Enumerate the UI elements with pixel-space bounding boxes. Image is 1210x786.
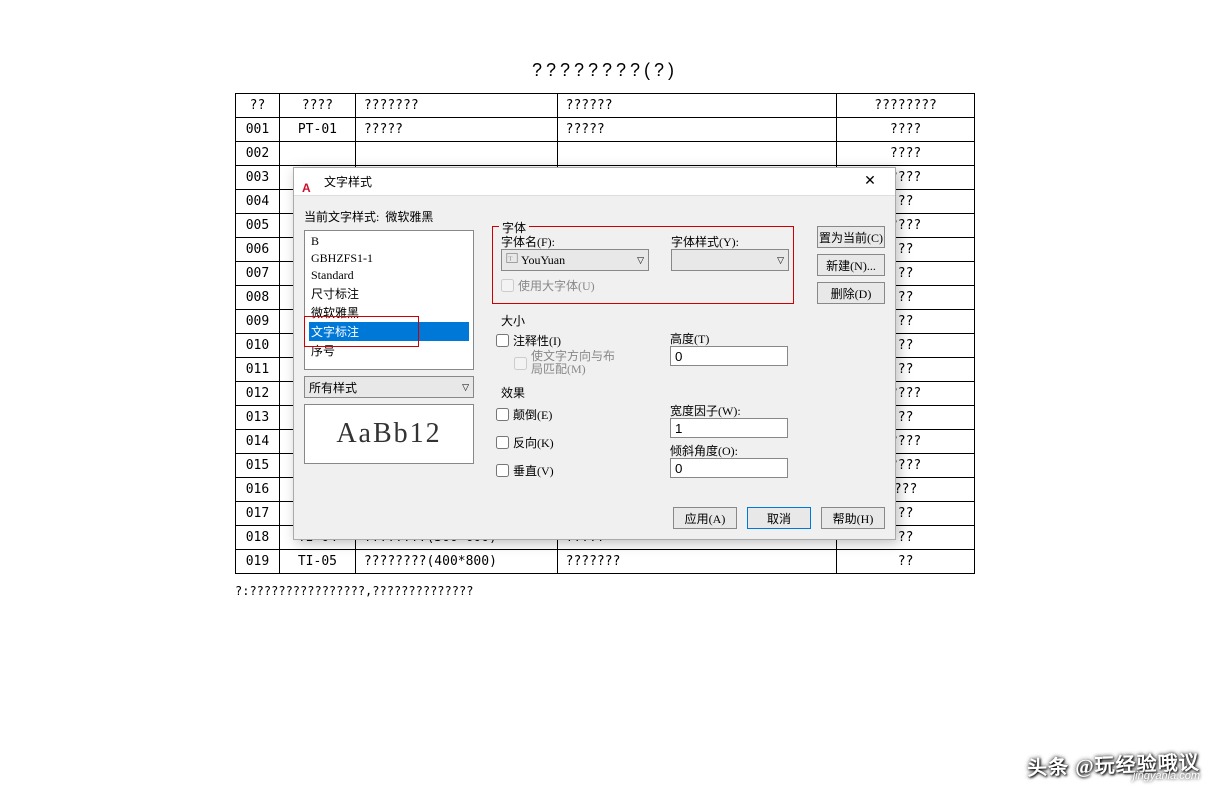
style-list-item[interactable]: 文字标注: [309, 322, 469, 341]
set-current-button[interactable]: 置为当前(C): [817, 226, 885, 248]
style-list-item[interactable]: GBHZFS1-1: [309, 250, 469, 267]
height-label: 高度(T): [670, 330, 709, 347]
table-header: ??????: [557, 94, 837, 118]
font-name-label: 字体名(F):: [501, 233, 555, 250]
font-style-dropdown[interactable]: ▽: [671, 249, 789, 271]
table-header: ????: [279, 94, 355, 118]
oblique-input[interactable]: [670, 458, 788, 478]
height-input[interactable]: [670, 346, 788, 366]
width-factor-input[interactable]: [670, 418, 788, 438]
table-row: 019TI-05????????(400*800)?????????: [236, 550, 975, 574]
svg-text:T: T: [508, 255, 513, 262]
match-orient-checkbox: 使文字方向与布局匹配(M): [514, 350, 624, 376]
table-header: ??: [236, 94, 280, 118]
style-listbox[interactable]: BGBHZFS1-1Standard尺寸标注微软雅黑文字标注序号: [304, 230, 474, 370]
font-group: 字体 字体名(F): TYouYuan ▽ 字体样式(Y): ▽ 使用大字体(U…: [492, 226, 794, 304]
new-button[interactable]: 新建(N)...: [817, 254, 885, 276]
table-row: 001PT-01??????????????: [236, 118, 975, 142]
chevron-down-icon: ▽: [777, 255, 784, 266]
style-list-item[interactable]: 序号: [309, 341, 469, 360]
close-icon[interactable]: ✕: [853, 168, 887, 196]
effects-group-label: 效果: [498, 384, 528, 401]
style-filter-dropdown[interactable]: 所有样式 ▽: [304, 376, 474, 398]
upside-down-checkbox[interactable]: 颠倒(E): [496, 406, 552, 423]
dialog-titlebar: A 文字样式 ✕: [294, 168, 895, 196]
size-group-label: 大小: [498, 312, 528, 329]
style-list-item[interactable]: 微软雅黑: [309, 303, 469, 322]
delete-button[interactable]: 删除(D): [817, 282, 885, 304]
chevron-down-icon: ▽: [462, 382, 469, 393]
style-list-item[interactable]: B: [309, 233, 469, 250]
table-row: 002????: [236, 142, 975, 166]
font-style-label: 字体样式(Y):: [671, 233, 739, 250]
apply-button[interactable]: 应用(A): [673, 507, 737, 529]
dialog-title: 文字样式: [324, 168, 853, 196]
app-icon: A: [302, 174, 318, 190]
size-group: 大小 注释性(I) 使文字方向与布局匹配(M) 高度(T): [492, 320, 794, 378]
help-button[interactable]: 帮助(H): [821, 507, 885, 529]
table-header: ????????: [837, 94, 975, 118]
font-preview: AaBb12: [304, 404, 474, 464]
bigfont-checkbox: 使用大字体(U): [501, 277, 595, 294]
page-title: ????????(?): [235, 60, 975, 81]
backwards-checkbox[interactable]: 反向(K): [496, 434, 554, 451]
current-style-label: 当前文字样式: 微软雅黑: [304, 208, 885, 225]
cancel-button[interactable]: 取消: [747, 507, 811, 529]
oblique-label: 倾斜角度(O):: [670, 442, 738, 459]
style-list-item[interactable]: Standard: [309, 267, 469, 284]
table-header: ???????: [355, 94, 557, 118]
watermark-url: jingyanla.com: [1133, 770, 1200, 782]
footer-note: ?:????????????????,??????????????: [235, 584, 975, 598]
chevron-down-icon: ▽: [637, 255, 644, 266]
text-style-dialog: A 文字样式 ✕ 当前文字样式: 微软雅黑 样式(S): BGBHZFS1-1S…: [293, 167, 896, 540]
effects-group: 效果 颠倒(E) 反向(K) 垂直(V) 宽度因子(W): 倾斜角度(O):: [492, 392, 794, 482]
annotative-checkbox[interactable]: 注释性(I): [496, 332, 561, 349]
font-name-dropdown[interactable]: TYouYuan ▽: [501, 249, 649, 271]
style-list-item[interactable]: 尺寸标注: [309, 284, 469, 303]
width-factor-label: 宽度因子(W):: [670, 402, 741, 419]
vertical-checkbox[interactable]: 垂直(V): [496, 462, 554, 479]
